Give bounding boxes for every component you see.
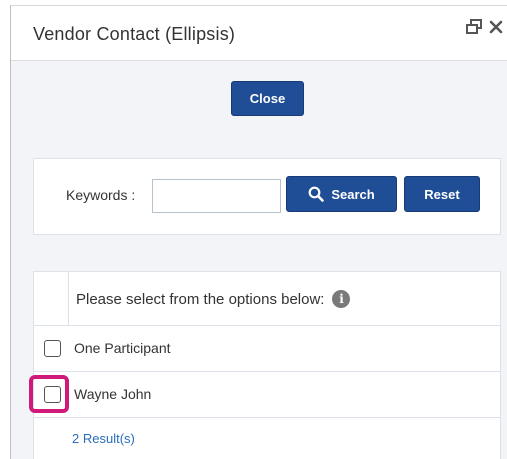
table-row[interactable]: One Participant [34,326,500,372]
results-table: Please select from the options below: i … [29,271,501,459]
info-icon[interactable]: i [332,290,351,308]
results-footer: 2 Result(s) [34,418,500,459]
search-button-label: Search [331,186,375,202]
row-label: One Participant [74,340,171,356]
search-button[interactable]: Search [286,176,397,212]
checkbox-column [34,272,69,325]
results-header: Please select from the options below: i [76,290,351,308]
search-icon [308,186,325,202]
dialog-title: Vendor Contact (Ellipsis) [33,24,236,44]
reset-button[interactable]: Reset [404,176,480,212]
window-controls [465,19,503,40]
dialog-body: Close Keywords : Search Reset Please sel… [11,61,507,459]
keywords-input[interactable] [152,179,281,213]
results-header-text: Please select from the options below: [76,290,325,308]
search-panel: Keywords : Search Reset [33,158,501,235]
result-count: 2 Result(s) [72,431,135,446]
close-window-icon[interactable] [489,20,503,39]
row-checkbox[interactable] [44,340,61,357]
row-label: Wayne John [74,386,152,402]
close-button[interactable]: Close [231,81,304,116]
results-header-row: Please select from the options below: i [34,272,500,326]
table-row[interactable]: Wayne John [29,372,500,418]
vendor-contact-dialog: Vendor Contact (Ellipsis) Close Keywords… [10,5,507,459]
dialog-titlebar: Vendor Contact (Ellipsis) [11,6,507,61]
row-checkbox[interactable] [44,386,61,403]
restore-window-icon[interactable] [465,19,483,40]
keywords-label: Keywords : [66,187,136,203]
